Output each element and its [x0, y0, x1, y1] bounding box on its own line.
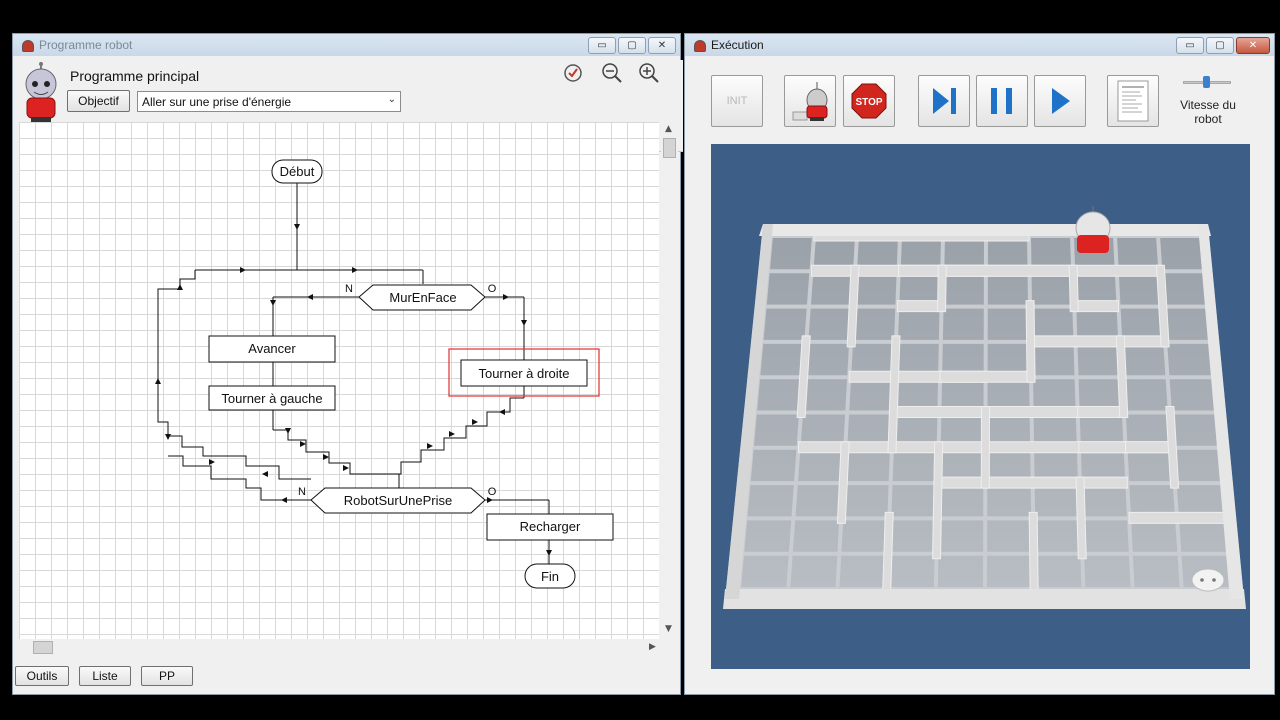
- document-icon: [1117, 80, 1149, 122]
- horizontal-scroll-thumb[interactable]: [33, 641, 53, 654]
- scroll-down-icon[interactable]: ▼: [665, 624, 672, 634]
- flowchart-canvas[interactable]: Début MurEnFace N O Avancer Tourner à ga…: [19, 122, 659, 650]
- scroll-up-icon[interactable]: ▲: [665, 124, 672, 134]
- step-forward-icon: [933, 88, 956, 114]
- program-title: Programme principal: [70, 68, 200, 84]
- list-button[interactable]: Liste: [79, 666, 131, 686]
- maze-wall-segment: [1030, 335, 1166, 348]
- tools-button[interactable]: Outils: [15, 666, 69, 686]
- zoom-out-icon[interactable]: [601, 62, 623, 84]
- program-window-titlebar[interactable]: Programme robot ▭ ▢ ✕: [13, 34, 680, 56]
- pause-icon: [991, 88, 1012, 114]
- maze-wall-segment: [941, 264, 1161, 277]
- flowchart-action-left-label: Tourner à gauche: [221, 391, 322, 406]
- program-window: Programme robot ▭ ▢ ✕ Programme principa…: [12, 33, 683, 695]
- maze-wall-segment: [980, 406, 991, 489]
- branch-no-label-2: N: [298, 486, 306, 498]
- maze-wall-segment: [896, 300, 943, 313]
- branch-yes-label-2: O: [488, 486, 497, 498]
- execution-window-title: Exécution: [711, 38, 764, 52]
- objective-select[interactable]: Aller sur une prise d'énergie ⌄: [137, 91, 401, 112]
- flowchart-condition-wall-label: MurEnFace: [389, 290, 456, 305]
- flowchart-action-forward-label: Avancer: [248, 341, 296, 356]
- validate-check-icon[interactable]: [562, 62, 584, 84]
- flowchart-end-label: Fin: [541, 569, 559, 584]
- desktop: Programme robot ▭ ▢ ✕ Programme principa…: [0, 0, 1280, 720]
- branch-yes-label: O: [488, 283, 497, 295]
- stop-button[interactable]: STOP: [843, 75, 895, 127]
- maze-wall-segment: [1073, 300, 1120, 313]
- maze-scene: [723, 206, 1246, 609]
- maze-wall-segment: [1068, 264, 1079, 313]
- minimize-button[interactable]: ▭: [588, 36, 616, 54]
- maze-wall-segment: [1078, 441, 1127, 454]
- stop-label: STOP: [855, 97, 882, 108]
- maze-wall-segment: [1128, 511, 1226, 524]
- flowchart-svg: Début MurEnFace N O Avancer Tourner à ga…: [155, 159, 614, 589]
- speed-label: Vitesse du robot: [1175, 98, 1241, 126]
- speed-label-line2: robot: [1194, 112, 1222, 126]
- pause-button[interactable]: [976, 75, 1028, 127]
- robot-app-icon: [21, 38, 34, 52]
- program-window-title: Programme robot: [39, 38, 133, 52]
- speed-slider-thumb[interactable]: [1203, 76, 1210, 88]
- objective-button[interactable]: Objectif: [67, 90, 130, 112]
- execution-window-titlebar[interactable]: Exécution ▭ ▢ ✕: [685, 34, 1274, 56]
- maze-wall-segment: [1075, 476, 1087, 560]
- chevron-down-icon: ⌄: [387, 94, 396, 105]
- robot-app-icon: [693, 38, 706, 52]
- maze-wall-segment: [932, 441, 944, 560]
- robot-3d-icon: [1075, 206, 1111, 253]
- flowchart-condition-outlet-label: RobotSurUnePrise: [344, 493, 452, 508]
- close-button[interactable]: ✕: [1236, 36, 1270, 54]
- horizontal-scrollbar[interactable]: ▶: [19, 639, 659, 656]
- maze-wall-segment: [937, 264, 947, 313]
- maximize-button[interactable]: ▢: [618, 36, 646, 54]
- branch-no-label: N: [345, 283, 353, 295]
- scroll-right-icon[interactable]: ▶: [649, 642, 656, 652]
- execution-window: Exécution ▭ ▢ ✕ INIT STOP Vitesse du rob…: [684, 33, 1275, 695]
- robot-logo-icon: [25, 62, 57, 123]
- power-outlet-icon: [1191, 568, 1225, 592]
- maze-wall-segment: [937, 476, 1128, 489]
- maze-wall-segment: [939, 370, 1032, 383]
- flowchart-action-right-label: Tourner à droite: [478, 366, 569, 381]
- report-button[interactable]: [1107, 75, 1159, 127]
- play-button[interactable]: [1034, 75, 1086, 127]
- speed-label-line1: Vitesse du: [1180, 98, 1236, 112]
- stop-sign-icon: STOP: [851, 83, 887, 119]
- play-icon: [1052, 88, 1070, 114]
- maze-wall-segment: [1028, 511, 1039, 595]
- robot-icon: [792, 82, 828, 121]
- maze-3d-viewport[interactable]: [711, 144, 1250, 669]
- place-robot-button[interactable]: [784, 75, 836, 127]
- zoom-in-icon[interactable]: [638, 62, 660, 84]
- maze-wall-segment: [985, 406, 1079, 418]
- maze-wall-top: [759, 224, 1211, 236]
- flowchart-action-recharge-label: Recharger: [520, 519, 581, 534]
- init-button[interactable]: INIT: [711, 75, 763, 127]
- minimize-button[interactable]: ▭: [1176, 36, 1204, 54]
- close-button[interactable]: ✕: [648, 36, 676, 54]
- pp-button[interactable]: PP: [141, 666, 193, 686]
- vertical-scrollbar[interactable]: ▲ ▼: [661, 122, 678, 650]
- flowchart-start-label: Début: [280, 164, 315, 179]
- step-button[interactable]: [918, 75, 970, 127]
- maze-wall-segment: [1025, 300, 1036, 383]
- maze-wall-segment: [1125, 441, 1173, 454]
- vertical-scroll-thumb[interactable]: [663, 138, 676, 158]
- maximize-button[interactable]: ▢: [1206, 36, 1234, 54]
- maze-wall-bottom: [723, 589, 1246, 609]
- objective-select-value: Aller sur une prise d'énergie: [142, 95, 292, 109]
